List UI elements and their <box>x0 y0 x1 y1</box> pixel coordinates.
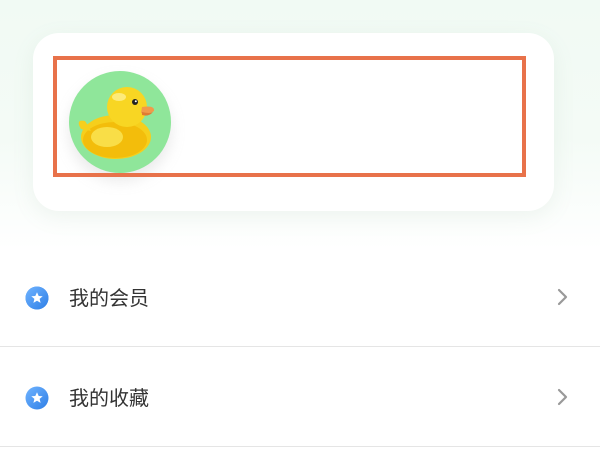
star-badge-icon <box>25 386 49 410</box>
menu-item-favorites[interactable]: 我的收藏 <box>0 348 600 448</box>
user-avatar[interactable] <box>69 71 171 173</box>
divider <box>0 346 600 347</box>
menu-item-membership[interactable]: 我的会员 <box>0 248 600 348</box>
chevron-right-icon <box>555 387 571 407</box>
menu-item-label: 我的会员 <box>69 286 149 310</box>
menu-item-label: 我的收藏 <box>69 386 149 410</box>
duck-avatar-icon <box>78 87 155 159</box>
star-badge-icon <box>25 286 49 310</box>
chevron-right-icon <box>555 287 571 307</box>
divider <box>0 446 600 447</box>
